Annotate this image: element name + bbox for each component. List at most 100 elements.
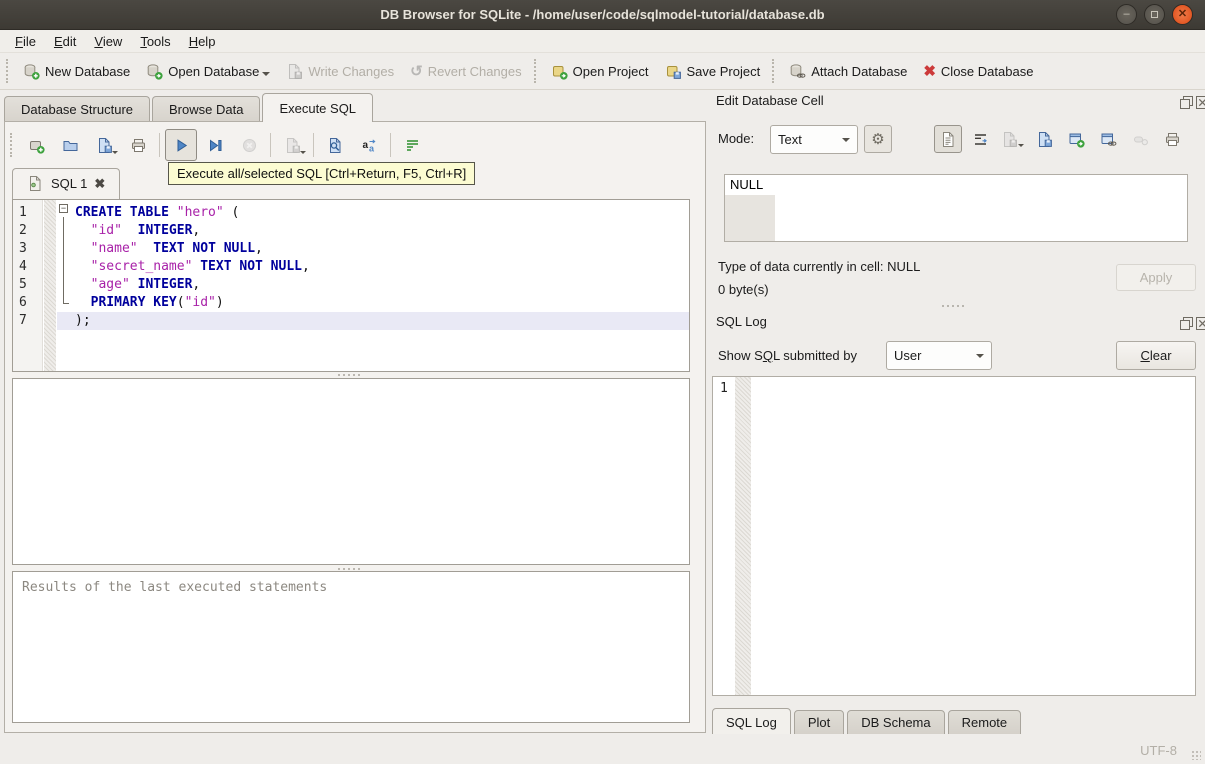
sql-doc-icon xyxy=(27,175,44,192)
cell-editor-gutter xyxy=(725,195,775,241)
execution-results-pane[interactable]: Results of the last executed statements xyxy=(12,571,690,723)
new-sql-tab-button[interactable] xyxy=(20,129,52,161)
code-text: CREATE TABLE "hero" ( xyxy=(75,205,240,220)
menu-edit[interactable]: Edit xyxy=(45,32,85,51)
main-tab-bar: Database Structure Browse Data Execute SQL xyxy=(4,93,375,122)
code-text: PRIMARY KEY("id") xyxy=(90,295,224,310)
clear-log-button[interactable]: Clear xyxy=(1116,341,1196,370)
log-filter-select[interactable]: User xyxy=(886,341,992,370)
revert-changes-icon: ↺ xyxy=(410,62,423,80)
open-in-external-button[interactable] xyxy=(1094,125,1122,153)
text-mode-button[interactable] xyxy=(934,125,962,153)
sql-doc-tab[interactable]: SQL 1 ✖ xyxy=(12,168,121,199)
menu-view[interactable]: View xyxy=(85,32,131,51)
print-sql-button[interactable] xyxy=(122,129,154,161)
format-sql-button[interactable]: aa xyxy=(353,129,385,161)
stop-execution-button[interactable] xyxy=(233,129,265,161)
editor-line-1[interactable]: 1 CREATE TABLE "hero" ( xyxy=(13,204,689,222)
window-controls: – ✕ xyxy=(1116,4,1193,25)
fold-marker-icon[interactable]: − xyxy=(59,204,68,213)
format-sql-icon: aa xyxy=(361,137,378,154)
open-sql-file-icon xyxy=(62,137,79,154)
sql-editor[interactable]: 1 CREATE TABLE "hero" (2 "id" INTEGER, 3 "… xyxy=(12,199,690,372)
editor-line-4[interactable]: 4 "secret_name" TEXT NOT NULL, xyxy=(13,258,689,276)
new-database-button[interactable]: New Database xyxy=(15,59,138,84)
splitter-handle[interactable] xyxy=(338,374,360,376)
code-text: ); xyxy=(75,313,91,328)
print-cell-button[interactable] xyxy=(1158,125,1186,153)
close-button[interactable]: ✕ xyxy=(1172,4,1193,25)
menubar: File Edit View Tools Help xyxy=(0,30,1205,53)
menu-help[interactable]: Help xyxy=(180,32,225,51)
dock-tab-db-schema[interactable]: DB Schema xyxy=(847,710,945,735)
code-text: "age" INTEGER, xyxy=(90,277,201,292)
dock-splitter-handle[interactable] xyxy=(942,305,964,307)
toolbar-drag-handle[interactable] xyxy=(10,133,15,157)
execute-tooltip: Execute all/selected SQL [Ctrl+Return, F… xyxy=(168,162,476,185)
apply-button[interactable]: Apply xyxy=(1116,264,1196,291)
line-number: 3 xyxy=(19,241,27,256)
save-sql-file-button[interactable] xyxy=(88,129,120,161)
open-sql-file-button[interactable] xyxy=(54,129,86,161)
toolbar-drag-handle[interactable] xyxy=(6,59,11,83)
toolbar-separator xyxy=(390,133,391,157)
resize-grip[interactable] xyxy=(1191,750,1201,760)
dropdown-caret-icon[interactable] xyxy=(262,72,271,80)
write-changes-button[interactable]: Write Changes xyxy=(278,59,402,84)
tab-execute-sql[interactable]: Execute SQL xyxy=(262,93,374,122)
attach-database-button[interactable]: Attach Database xyxy=(781,59,915,84)
cell-word-wrap-button[interactable] xyxy=(966,125,994,153)
tab-browse-data[interactable]: Browse Data xyxy=(152,96,261,122)
execute-current-line-button[interactable] xyxy=(199,129,231,161)
find-in-sql-icon xyxy=(327,137,344,154)
execute-all-button[interactable] xyxy=(165,129,197,161)
find-in-sql-button[interactable] xyxy=(319,129,351,161)
editor-line-6[interactable]: 6 PRIMARY KEY("id") xyxy=(13,294,689,312)
sql-doc-tab-bar: SQL 1 ✖ xyxy=(12,168,121,199)
menu-file[interactable]: File xyxy=(6,32,45,51)
word-wrap-button[interactable] xyxy=(396,129,428,161)
sql-log-title: SQL Log xyxy=(716,314,767,329)
apply-cell-data-button[interactable] xyxy=(1062,125,1090,153)
new-sql-tab-icon xyxy=(28,137,45,154)
export-cell-data-button[interactable] xyxy=(1030,125,1058,153)
close-database-button[interactable]: ✖ Close Database xyxy=(915,60,1041,83)
open-database-icon xyxy=(146,63,163,80)
revert-changes-button[interactable]: ↺ Revert Changes xyxy=(402,60,530,83)
import-cell-data-button[interactable] xyxy=(998,125,1026,153)
float-icon[interactable] xyxy=(1178,315,1193,330)
line-number: 2 xyxy=(19,223,27,238)
mode-select[interactable]: Text xyxy=(770,125,858,154)
mode-apply-button[interactable]: ⚙ xyxy=(864,125,892,153)
set-null-button[interactable] xyxy=(1126,125,1154,153)
minimize-button[interactable]: – xyxy=(1116,4,1137,25)
dropdown-caret-icon[interactable] xyxy=(112,151,118,157)
maximize-button[interactable] xyxy=(1144,4,1165,25)
save-project-button[interactable]: Save Project xyxy=(657,59,769,84)
editor-line-3[interactable]: 3 "name" TEXT NOT NULL, xyxy=(13,240,689,258)
edit-cell-dock-buttons xyxy=(1178,94,1205,109)
dock-tab-plot[interactable]: Plot xyxy=(793,710,845,735)
close-icon[interactable] xyxy=(1194,94,1205,109)
dropdown-caret-icon[interactable] xyxy=(300,151,306,157)
dropdown-caret-icon[interactable] xyxy=(1017,144,1024,150)
open-project-button[interactable]: Open Project xyxy=(543,59,657,84)
sql-log-view[interactable]: 1 xyxy=(712,376,1196,696)
save-results-button[interactable] xyxy=(276,129,308,161)
editor-line-5[interactable]: 5 "age" INTEGER, xyxy=(13,276,689,294)
toolbar-separator xyxy=(533,59,539,83)
cell-value-editor[interactable]: NULL xyxy=(724,174,1188,242)
menu-tools[interactable]: Tools xyxy=(131,32,179,51)
editor-line-7[interactable]: 7); xyxy=(13,312,689,330)
splitter-handle-2[interactable] xyxy=(338,567,360,570)
close-icon[interactable] xyxy=(1194,315,1205,330)
tab-database-structure[interactable]: Database Structure xyxy=(4,96,151,122)
close-tab-icon[interactable]: ✖ xyxy=(94,176,105,192)
float-icon[interactable] xyxy=(1178,94,1193,109)
editor-line-2[interactable]: 2 "id" INTEGER, xyxy=(13,222,689,240)
encoding-indicator[interactable]: UTF-8 xyxy=(1140,743,1177,758)
query-results-grid[interactable] xyxy=(12,378,690,565)
dock-tab-sql-log[interactable]: SQL Log xyxy=(712,708,791,735)
open-database-button[interactable]: Open Database xyxy=(138,58,278,84)
dock-tab-remote[interactable]: Remote xyxy=(947,710,1022,735)
